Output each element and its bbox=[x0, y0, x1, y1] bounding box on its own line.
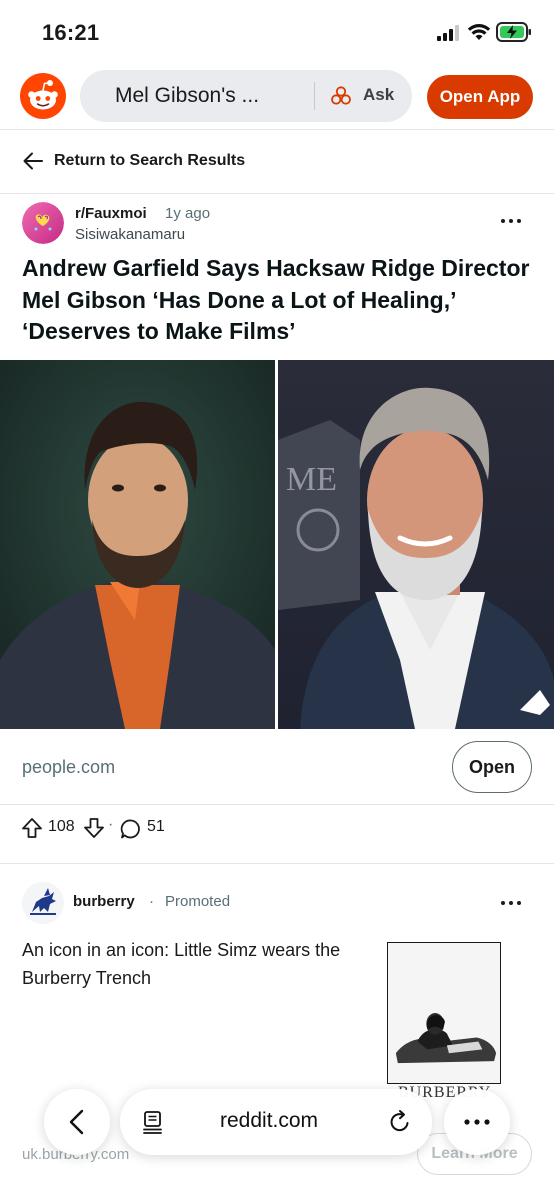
search-bar[interactable]: Mel Gibson's ... Ask bbox=[80, 70, 412, 122]
link-row: people.com Open bbox=[0, 729, 554, 805]
link-domain[interactable]: people.com bbox=[22, 757, 115, 778]
post-image[interactable]: ME bbox=[0, 360, 554, 729]
promoted-header: burberry · Promoted bbox=[0, 878, 554, 928]
browser-address-bar[interactable]: reddit.com bbox=[120, 1089, 432, 1155]
promoted-text[interactable]: An icon in an icon: Little Simz wears th… bbox=[22, 936, 352, 992]
subreddit-name[interactable]: r/Fauxmoi bbox=[75, 205, 147, 222]
browser-url[interactable]: reddit.com bbox=[220, 1109, 318, 1133]
back-arrow-icon[interactable] bbox=[22, 150, 44, 172]
status-time: 16:21 bbox=[42, 20, 100, 45]
more-icon[interactable] bbox=[498, 208, 524, 234]
ask-icon[interactable] bbox=[330, 85, 352, 107]
reader-icon[interactable] bbox=[140, 1109, 166, 1135]
more-icon[interactable] bbox=[498, 890, 524, 916]
downvote-icon[interactable] bbox=[82, 816, 106, 840]
search-divider bbox=[314, 82, 315, 110]
return-to-search-row[interactable]: Return to Search Results bbox=[0, 130, 554, 194]
promoted-thumbnail[interactable] bbox=[387, 942, 501, 1084]
comment-icon[interactable] bbox=[119, 817, 143, 841]
return-to-search-label[interactable]: Return to Search Results bbox=[54, 152, 245, 170]
post-author[interactable]: Sisiwakanamaru bbox=[75, 226, 185, 243]
vote-count: 108 bbox=[48, 818, 75, 835]
promoted-label: Promoted bbox=[165, 893, 231, 910]
comment-count[interactable]: 51 bbox=[147, 818, 165, 836]
browser-more-button[interactable] bbox=[444, 1089, 510, 1155]
search-query-text[interactable]: Mel Gibson's ... bbox=[115, 84, 259, 108]
upvote-icon[interactable] bbox=[20, 816, 44, 840]
status-bar: 16:21 bbox=[0, 0, 554, 64]
post-age: 1y ago bbox=[165, 205, 211, 222]
post-title[interactable]: Andrew Garfield Says Hacksaw Ridge Direc… bbox=[22, 253, 537, 348]
advertiser-avatar[interactable] bbox=[22, 882, 64, 924]
vote-row: 108 · 51 bbox=[0, 806, 554, 864]
svg-text:ME: ME bbox=[286, 461, 337, 498]
vote-separator: · bbox=[108, 816, 114, 833]
chevron-left-icon[interactable] bbox=[65, 1108, 89, 1136]
more-icon[interactable] bbox=[461, 1114, 493, 1130]
battery-charging-icon bbox=[496, 22, 531, 42]
promoted-separator: · bbox=[149, 893, 154, 910]
open-app-button[interactable]: Open App bbox=[427, 75, 533, 119]
reddit-header: Mel Gibson's ... Ask Open App bbox=[0, 64, 554, 130]
advertiser-name[interactable]: burberry bbox=[73, 893, 135, 910]
post-header: r/Fauxmoi 1y ago Sisiwakanamaru bbox=[0, 196, 554, 252]
reddit-logo-icon[interactable] bbox=[20, 73, 66, 119]
ask-label[interactable]: Ask bbox=[363, 85, 394, 105]
wifi-icon bbox=[467, 24, 491, 40]
reload-icon[interactable] bbox=[387, 1109, 413, 1135]
open-link-button[interactable]: Open bbox=[452, 741, 532, 793]
cellular-signal-icon bbox=[437, 25, 459, 41]
browser-back-button[interactable] bbox=[44, 1089, 110, 1155]
subreddit-avatar[interactable] bbox=[22, 202, 64, 244]
